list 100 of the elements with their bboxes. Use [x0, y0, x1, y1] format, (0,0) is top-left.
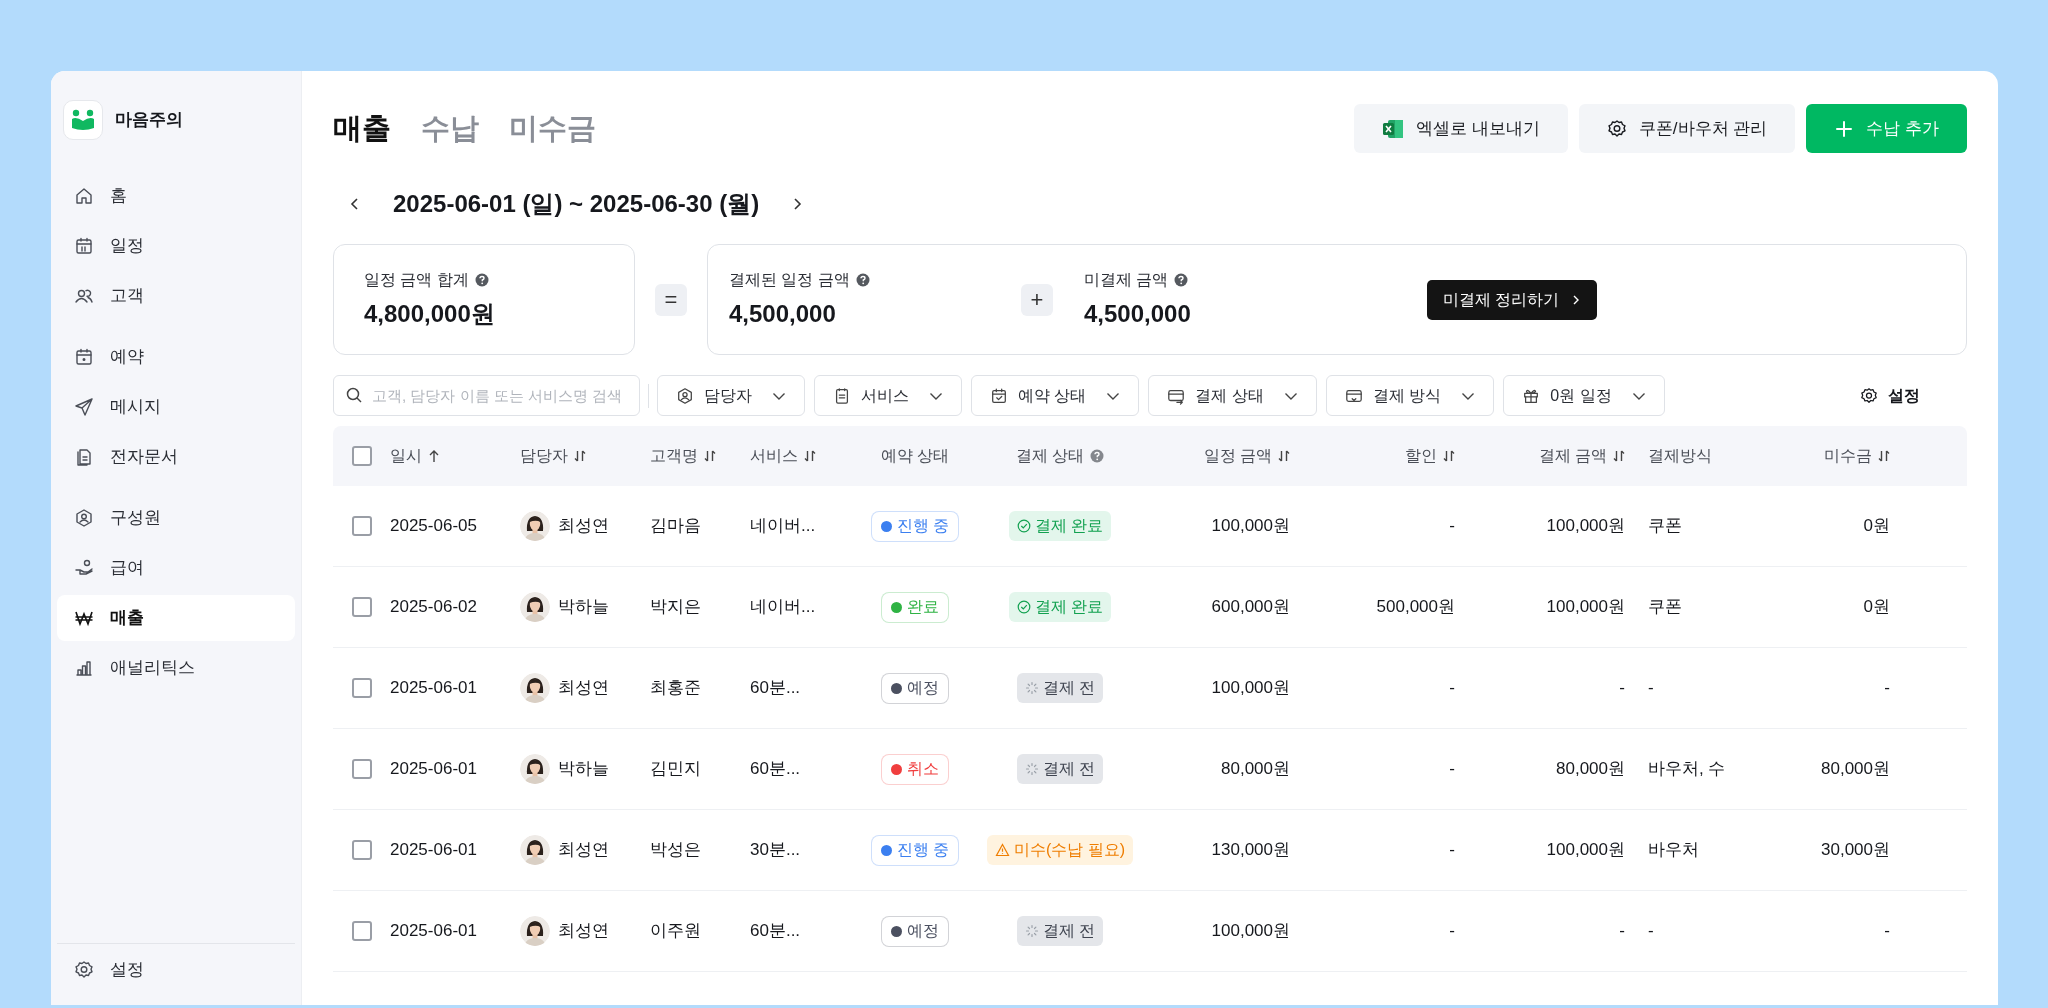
help-icon — [1174, 272, 1189, 287]
payment-badge: 미수(수납 필요) — [986, 835, 1134, 865]
table-cell-text: 네이버... — [750, 596, 817, 619]
checkbox[interactable] — [352, 921, 372, 941]
column-header[interactable]: 일시 — [390, 444, 422, 468]
calendar-check-icon — [990, 386, 1008, 405]
sidebar-item[interactable]: 매출 — [57, 595, 295, 641]
payment-badge: 결제 완료 — [1008, 511, 1112, 541]
checkbox[interactable] — [352, 516, 372, 536]
sidebar-item[interactable]: 일정 — [57, 223, 295, 269]
checkbox[interactable] — [352, 597, 372, 617]
filter-dropdown[interactable]: 예약 상태 — [971, 375, 1140, 416]
checkbox[interactable] — [352, 759, 372, 779]
payment-badge: 결제 완료 — [1008, 592, 1112, 622]
settings-button[interactable]: 설정 — [1860, 383, 1920, 408]
home-icon — [74, 186, 94, 206]
column-header[interactable]: 미수금 — [1824, 444, 1872, 468]
table-cell-text: 박하늘 — [558, 596, 609, 619]
table-cell-text: 이주원 — [650, 920, 702, 943]
table-cell-text: 600,000원 — [1211, 596, 1290, 619]
calendar-icon — [74, 347, 94, 367]
payment-badge: 결제 전 — [1016, 754, 1104, 784]
send-icon — [74, 397, 94, 417]
filter-dropdown[interactable]: 결제 상태 — [1148, 375, 1317, 416]
column-header[interactable]: 서비스 — [750, 444, 798, 468]
sidebar-item[interactable]: 애널리틱스 — [57, 645, 295, 691]
equals-sign: = — [655, 283, 687, 316]
status-badge: 예정 — [881, 915, 949, 947]
table-cell-text: 60분... — [750, 677, 802, 700]
check-circle-icon — [1016, 519, 1031, 533]
table-cell-text: 쿠폰 — [1648, 515, 1682, 538]
table-cell-text: - — [1449, 677, 1455, 700]
settings-icon — [74, 959, 94, 980]
stat-label: 결제된 일정 금액 — [729, 269, 850, 290]
sidebar-item[interactable]: 급여 — [57, 545, 295, 591]
calendar-icon — [74, 236, 94, 256]
settings-icon — [1606, 118, 1627, 139]
table-cell-text: 100,000원 — [1211, 920, 1290, 943]
chevron-down-icon — [1283, 390, 1298, 401]
table-cell-text: 쿠폰 — [1648, 596, 1682, 619]
table-cell-text: 최성연 — [558, 677, 609, 700]
checkbox[interactable] — [352, 446, 372, 466]
sidebar-item[interactable]: 메시지 — [57, 384, 295, 430]
clipboard-icon — [833, 386, 851, 405]
filter-dropdown[interactable]: 서비스 — [814, 375, 962, 416]
search-field[interactable]: 고객, 담당자 이름 또는 서비스명 검색 — [333, 375, 640, 416]
column-header[interactable]: 일정 금액 — [1203, 444, 1272, 468]
table-cell-text: 130,000원 — [1211, 839, 1290, 862]
table-cell-text: 2025-06-01 — [390, 758, 478, 781]
status-badge: 취소 — [881, 753, 949, 785]
tab[interactable]: 매출 — [333, 106, 391, 151]
table-cell-text: 30,000원 — [1821, 839, 1890, 862]
table-cell-text: 2025-06-01 — [390, 677, 478, 700]
column-header[interactable]: 담당자 — [520, 444, 568, 468]
chevron-down-icon — [1631, 390, 1646, 401]
payment-badge: 결제 전 — [1016, 673, 1104, 703]
spinner-icon — [1024, 762, 1039, 776]
sidebar-item[interactable]: 설정 — [57, 946, 295, 993]
filter-dropdown[interactable]: 담당자 — [657, 375, 805, 416]
table-cell-text: 2025-06-05 — [390, 515, 478, 538]
column-header[interactable]: 예약 상태 — [880, 444, 950, 468]
sidebar-item[interactable]: 전자문서 — [57, 434, 295, 480]
checkbox[interactable] — [352, 840, 372, 860]
column-header[interactable]: 결제 상태 — [1015, 444, 1085, 468]
column-header[interactable]: 결제방식 — [1648, 444, 1712, 468]
table-cell-text: 박하늘 — [558, 758, 609, 781]
table-cell-text: 최성연 — [558, 515, 609, 538]
column-header[interactable]: 할인 — [1405, 444, 1437, 468]
table-cell-text: - — [1619, 920, 1625, 943]
sidebar-item[interactable]: 고객 — [57, 273, 295, 319]
table-cell-text: - — [1648, 677, 1654, 700]
table-cell-text: 80,000원 — [1556, 758, 1625, 781]
sidebar-item[interactable]: 구성원 — [57, 495, 295, 541]
chevron-down-icon — [929, 390, 943, 401]
table-cell-text: - — [1449, 515, 1455, 538]
status-badge: 완료 — [881, 591, 949, 623]
sidebar-item[interactable]: 예약 — [57, 334, 295, 380]
payment-badge: 결제 전 — [1016, 916, 1104, 946]
chevron-down-icon — [1106, 390, 1121, 401]
sidebar-item[interactable]: 홈 — [57, 173, 295, 219]
column-header[interactable]: 결제 금액 — [1538, 444, 1607, 468]
column-header[interactable]: 고객명 — [650, 444, 698, 468]
table-cell-text: - — [1449, 839, 1455, 862]
person-icon — [676, 386, 694, 405]
settle-button[interactable]: 미결제 정리하기 — [1427, 279, 1598, 320]
table-cell-text: - — [1884, 677, 1890, 700]
status-badge: 진행 중 — [870, 834, 960, 866]
checkbox[interactable] — [352, 678, 372, 698]
table-cell-text: - — [1449, 758, 1455, 781]
check-circle-icon — [1016, 600, 1031, 614]
spinner-icon — [1024, 924, 1039, 938]
action-button[interactable]: 엑셀로 내보내기 — [1354, 104, 1568, 153]
table-cell-text: 80,000원 — [1821, 758, 1890, 781]
filter-dropdown[interactable]: 결제 방식 — [1325, 375, 1495, 416]
table-cell-text: 60분... — [750, 758, 802, 781]
action-button[interactable]: 쿠폰/바우처 관리 — [1578, 104, 1796, 153]
filter-dropdown[interactable]: 0원 일정 — [1503, 375, 1665, 416]
search-icon — [345, 386, 363, 404]
table-cell-text: 바우처, 수 — [1648, 758, 1726, 781]
table-cell-text: - — [1619, 677, 1625, 700]
